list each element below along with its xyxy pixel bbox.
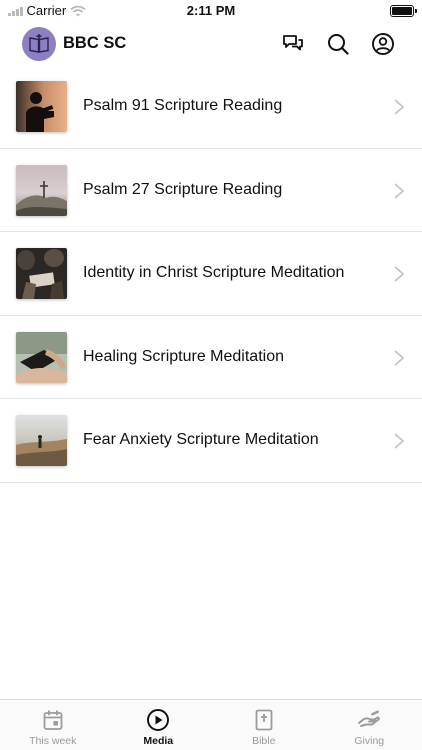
media-list: Psalm 91 Scripture Reading Psalm 27 Scri… [0,65,422,483]
battery-icon [390,5,417,17]
item-title: Psalm 27 Scripture Reading [83,180,283,198]
thumbnail-image [16,415,67,466]
tab-bar: This week Media Bible Giving [0,699,422,750]
tab-giving[interactable]: Giving [317,700,422,750]
item-title: Psalm 91 Scripture Reading [83,97,283,114]
list-item[interactable]: Healing Scripture Meditation [0,316,422,399]
list-item[interactable]: Fear Anxiety Scripture Meditation [0,399,422,483]
thumbnail-image [16,164,67,216]
chevron-right-icon [394,182,405,199]
tab-label: Bible [252,735,276,747]
tab-label: This week [29,735,77,747]
status-bar: Carrier 2:11 PM [0,0,422,22]
item-title: Healing Scripture Meditation [83,347,284,365]
list-item[interactable]: Psalm 27 Scripture Reading [0,149,422,232]
thumbnail-image [16,81,67,132]
tab-bible[interactable]: Bible [211,700,317,750]
tab-label: Giving [354,735,385,747]
play-icon [146,708,170,732]
thumbnail-image [16,331,67,383]
item-title: Identity in Christ Scripture Meditation [83,264,345,281]
chevron-right-icon [394,433,405,449]
church-avatar[interactable] [22,27,56,61]
chevron-right-icon [394,99,405,115]
bible-icon [252,708,276,732]
search-icon[interactable] [326,32,350,56]
giving-hand-icon [357,708,381,732]
chevron-right-icon [394,349,405,366]
list-item[interactable]: Identity in Christ Scripture Meditation [0,232,422,316]
bible-cross-icon [29,34,49,53]
org-name: BBC SC [63,34,127,52]
thumbnail-image [16,248,67,299]
app-header: BBC SC [0,25,422,63]
tab-label: Media [143,735,174,747]
profile-icon[interactable] [371,32,395,56]
tab-this-week[interactable]: This week [0,700,106,750]
tab-media[interactable]: Media [106,700,212,750]
chevron-right-icon [394,266,405,282]
chat-icon[interactable] [281,32,305,56]
list-item[interactable]: Psalm 91 Scripture Reading [0,65,422,149]
status-time: 2:11 PM [186,3,236,18]
calendar-icon [41,708,65,732]
item-title: Fear Anxiety Scripture Meditation [83,431,319,448]
